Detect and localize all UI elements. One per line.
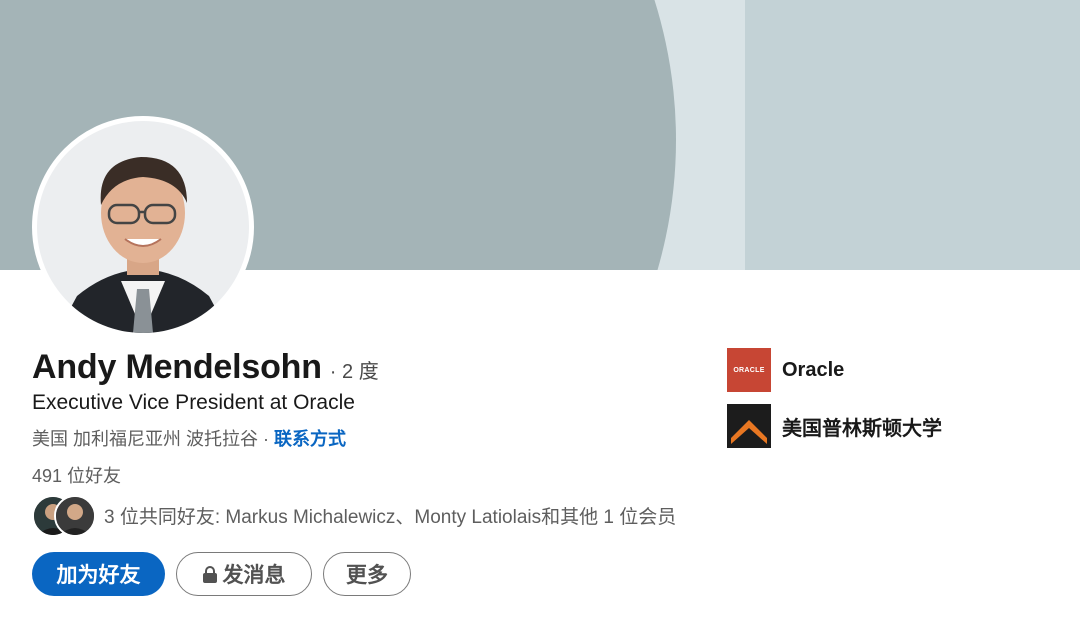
location-row: 美国 加利福尼亚州 波托拉谷 · 联系方式 — [32, 425, 346, 451]
profile-name: Andy Mendelsohn — [32, 348, 322, 386]
more-button[interactable]: 更多 — [323, 552, 411, 596]
org-name: 美国普林斯顿大学 — [782, 417, 942, 440]
profile-location: 美国 加利福尼亚州 波托拉谷 · — [32, 429, 274, 449]
connection-degree: · 2 度 — [329, 361, 379, 383]
friends-count[interactable]: 491 位好友 — [32, 462, 121, 488]
profile-actions: 加为好友 发消息 更多 — [32, 552, 411, 596]
mutual-avatars — [32, 494, 96, 537]
contact-info-link[interactable]: 联系方式 — [274, 429, 346, 449]
profile-organizations: ORACLE Oracle 美国普林斯顿大学 — [727, 348, 942, 460]
mutual-connections-text: 3 位共同好友: Markus Michalewicz、Monty Latiol… — [104, 506, 677, 528]
connect-button[interactable]: 加为好友 — [32, 552, 165, 596]
message-button[interactable]: 发消息 — [176, 552, 312, 596]
profile-avatar[interactable] — [32, 116, 254, 338]
lock-icon — [202, 565, 217, 583]
org-name: Oracle — [782, 358, 845, 381]
princeton-logo-icon — [727, 404, 771, 448]
oracle-logo-icon: ORACLE — [727, 348, 771, 392]
org-oracle[interactable]: ORACLE Oracle — [727, 348, 942, 392]
org-princeton[interactable]: 美国普林斯顿大学 — [727, 404, 942, 448]
name-row: Andy Mendelsohn · 2 度 — [32, 348, 379, 387]
mutual-avatar — [54, 495, 96, 537]
profile-photo-image — [37, 121, 249, 333]
profile-headline: Executive Vice President at Oracle — [32, 391, 355, 414]
mutual-connections[interactable]: 3 位共同好友: Markus Michalewicz、Monty Latiol… — [32, 494, 677, 537]
message-button-label: 发消息 — [222, 564, 286, 587]
